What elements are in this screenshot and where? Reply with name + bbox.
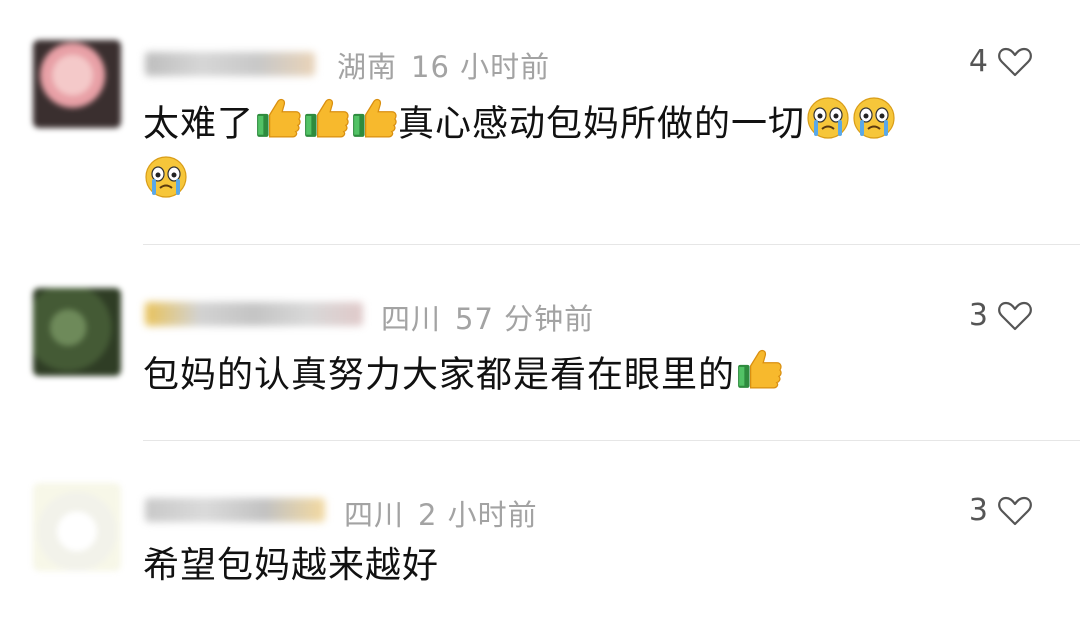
divider: [143, 440, 1080, 441]
timestamp: 16 小时前: [411, 50, 551, 84]
avatar[interactable]: [33, 40, 121, 128]
comment-text-part: 包妈的认真努力大家都是看在眼里的: [143, 354, 736, 396]
crying-emoji-icon: [852, 96, 896, 155]
nickname-blurred[interactable]: [145, 498, 325, 522]
comment-meta: 四川 57 分钟前: [381, 296, 594, 338]
timestamp: 57 分钟前: [455, 302, 595, 336]
nickname-blurred[interactable]: [145, 52, 315, 76]
timestamp: 2 小时前: [418, 498, 538, 532]
location: 四川: [381, 302, 442, 336]
heart-outline-icon[interactable]: [998, 496, 1032, 526]
avatar[interactable]: [33, 288, 121, 376]
comment-text-part: 真心感动包妈所做的一切: [398, 103, 806, 145]
location: 湖南: [337, 50, 398, 84]
comment-text-part: 太难了: [143, 103, 255, 145]
heart-outline-icon[interactable]: [998, 47, 1032, 77]
comment-text: 包妈的认真努力大家都是看在眼里的: [143, 348, 783, 405]
avatar[interactable]: [33, 483, 121, 571]
comment-text-part: 希望包妈越来越好: [143, 545, 440, 586]
location: 四川: [344, 498, 405, 532]
crying-emoji-icon: [806, 96, 850, 155]
like-count: 3: [968, 298, 988, 333]
thumbs-up-emoji-icon: [351, 97, 397, 154]
like-control[interactable]: 3: [969, 493, 1032, 528]
comment-text: 太难了 真心感动包妈所做的一切: [143, 96, 897, 214]
like-control[interactable]: 3: [969, 298, 1032, 333]
like-count: 3: [968, 493, 988, 528]
crying-emoji-icon: [144, 155, 188, 214]
nickname-blurred[interactable]: [145, 302, 363, 326]
thumbs-up-emoji-icon: [303, 97, 349, 154]
thumbs-up-emoji-icon: [736, 348, 782, 405]
like-count: 4: [968, 44, 988, 79]
comment-text: 希望包妈越来越好: [143, 540, 439, 592]
like-control[interactable]: 4: [969, 44, 1032, 79]
thumbs-up-emoji-icon: [255, 97, 301, 154]
comment-meta: 四川 2 小时前: [344, 492, 538, 534]
divider: [143, 244, 1080, 245]
comment-meta: 湖南 16 小时前: [337, 44, 550, 86]
heart-outline-icon[interactable]: [998, 301, 1032, 331]
